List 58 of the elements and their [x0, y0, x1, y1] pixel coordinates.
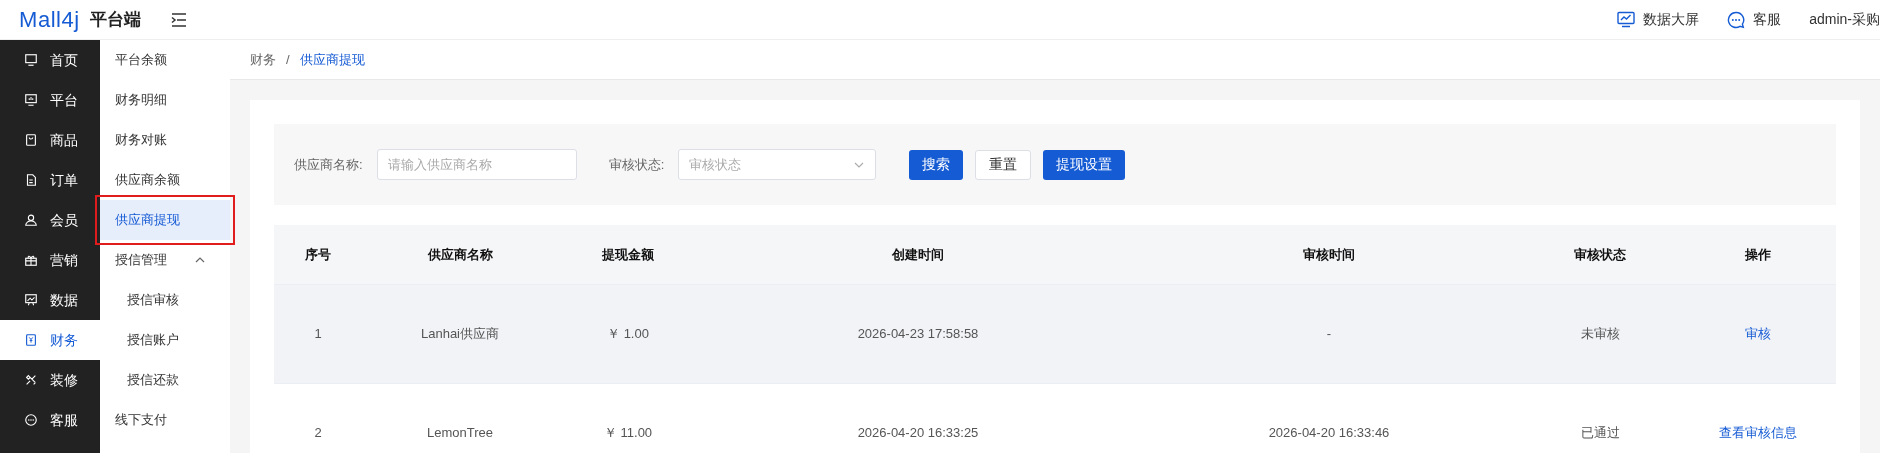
column-header: 创建时间 — [892, 245, 944, 264]
breadcrumb-separator: / — [286, 50, 290, 69]
chat-bubble-icon — [1727, 10, 1746, 29]
monitor-icon — [24, 53, 38, 67]
column-header: 审核状态 — [1574, 245, 1626, 264]
supplier-name-field[interactable]: 请输入供应商名称 — [376, 149, 577, 180]
table-cell-text: - — [1326, 325, 1332, 344]
table-cell-text: ￥ 11.00 — [603, 424, 653, 443]
breadcrumb-item[interactable]: 财务 — [250, 49, 276, 70]
table-cell-text: 2 — [314, 424, 322, 443]
menu-icon[interactable] — [170, 12, 187, 27]
field-label: 供应商名称: — [294, 155, 363, 174]
field-label: 审核状态: — [608, 155, 665, 174]
submenu-item[interactable]: 授信管理 — [100, 240, 230, 280]
submenu-item[interactable]: 财务明细 — [100, 80, 230, 120]
table-cell-text: Lanhai供应商 — [420, 325, 499, 344]
submenu-item[interactable]: 财务对账 — [100, 120, 230, 160]
action-link[interactable]: 审核 — [1745, 324, 1771, 344]
submenu-item[interactable]: 供应商余额 — [100, 160, 230, 200]
receipt-icon — [24, 333, 38, 347]
column-header: 序号 — [305, 245, 331, 264]
chart-board-icon — [24, 293, 38, 307]
user-name[interactable]: admin-采购 — [1809, 9, 1880, 30]
people-icon — [24, 213, 38, 227]
action-button[interactable]: 重置 — [975, 149, 1032, 180]
column-header: 操作 — [1745, 245, 1771, 264]
action-button[interactable]: 搜索 — [909, 149, 964, 180]
action-link[interactable]: 查看审核信息 — [1719, 423, 1797, 443]
submenu-item[interactable]: 线下支付 — [100, 400, 230, 440]
table-cell-text: 1 — [314, 325, 322, 344]
column-header: 提现金额 — [602, 245, 654, 264]
bag-icon — [24, 133, 38, 147]
brush-icon — [24, 373, 38, 387]
document-icon — [24, 173, 38, 187]
table-cell-text: 已通过 — [1580, 424, 1620, 443]
table-cell-text: LemonTree — [427, 424, 493, 443]
column-header: 供应商名称 — [427, 245, 493, 264]
table-cell-text: ￥ 1.00 — [607, 325, 649, 344]
logo: Mall4j — [19, 8, 80, 31]
monitor-chart-icon — [1617, 10, 1636, 29]
breadcrumb-item: 供应商提现 — [299, 50, 365, 69]
action-button[interactable]: 提现设置 — [1043, 149, 1126, 180]
gift-icon — [24, 253, 38, 267]
table-cell-text: 2026-04-20 16:33:25 — [857, 424, 979, 443]
submenu-item[interactable]: 授信还款 — [100, 360, 230, 400]
submenu-item[interactable]: 授信账户 — [100, 320, 230, 360]
monitor-icon — [24, 93, 38, 107]
table-cell-text: 2026-04-23 17:58:58 — [857, 325, 979, 344]
submenu-item[interactable]: 授信审核 — [100, 280, 230, 320]
chat-bubble-icon — [24, 413, 38, 427]
table-cell-text: 2026-04-20 16:33:46 — [1268, 424, 1390, 443]
submenu-item[interactable]: 平台余额 — [100, 40, 230, 80]
table-cell-text: 未审核 — [1580, 325, 1620, 344]
header-link[interactable]: 客服 — [1753, 9, 1782, 30]
sidebar-item[interactable]: 财务 — [0, 320, 100, 360]
app-name: 平台端 — [89, 8, 141, 31]
column-header: 审核时间 — [1303, 245, 1355, 264]
header-link[interactable]: 数据大屏 — [1643, 9, 1700, 30]
